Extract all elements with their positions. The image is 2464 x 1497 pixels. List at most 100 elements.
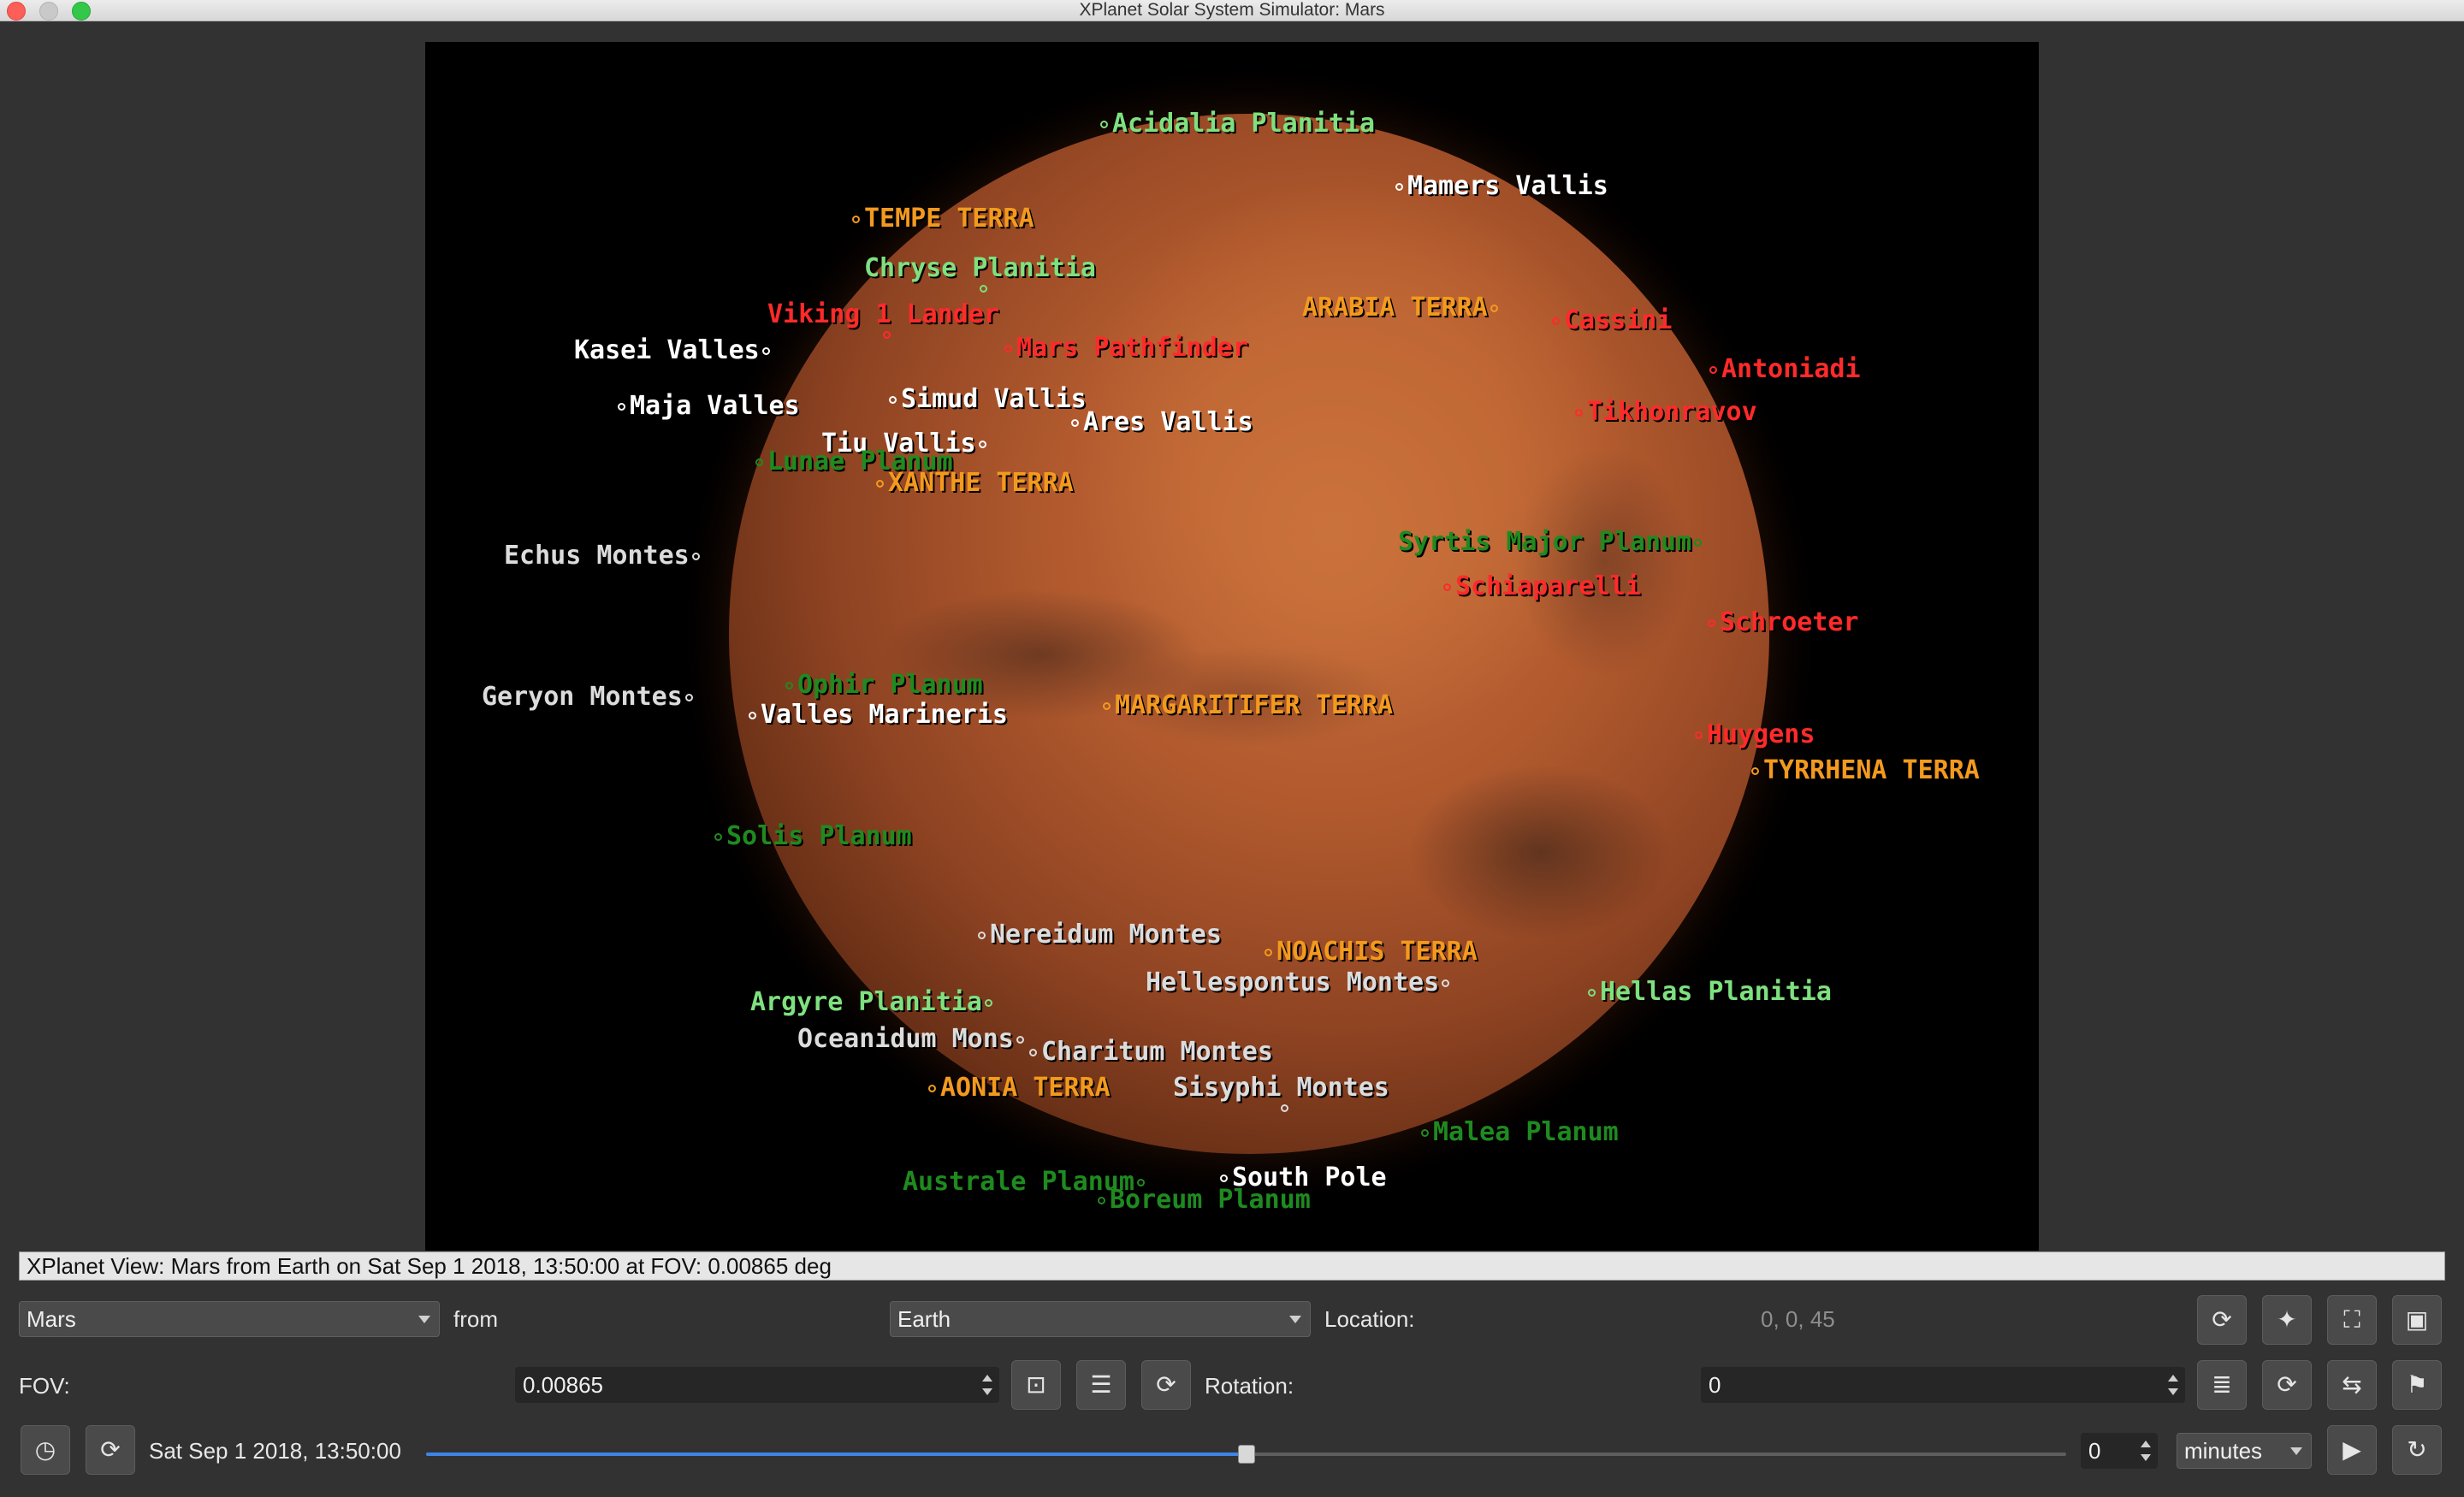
map-label: Viking 1 Lander bbox=[767, 299, 999, 329]
map-label: Oceanidum Mons bbox=[797, 1024, 1014, 1054]
map-label: Schroeter bbox=[1720, 607, 1859, 637]
step-stepper[interactable] bbox=[2136, 1435, 2155, 1466]
location-pick-button[interactable]: ✦ bbox=[2262, 1295, 2312, 1345]
fov-stepper[interactable] bbox=[978, 1370, 997, 1400]
fov-input[interactable]: 0.00865 bbox=[515, 1367, 999, 1403]
location-marker bbox=[1490, 305, 1498, 312]
time-slider[interactable] bbox=[426, 1445, 2066, 1464]
location-marker bbox=[1029, 1049, 1037, 1056]
location-marker bbox=[1695, 731, 1703, 739]
rotation-stack-button[interactable]: ≣ bbox=[2197, 1360, 2247, 1410]
step-input[interactable]: 0 bbox=[2081, 1433, 2158, 1469]
map-label: Boreum Planum bbox=[1110, 1185, 1311, 1215]
save-icon: ▣ bbox=[2405, 1306, 2429, 1333]
location-marker bbox=[1694, 539, 1702, 547]
origin-body-value: Earth bbox=[897, 1306, 951, 1332]
map-label: Maja Valles bbox=[630, 391, 800, 421]
map-label: Geryon Montes bbox=[482, 682, 683, 712]
chevron-down-icon bbox=[418, 1316, 430, 1323]
chevron-down-icon bbox=[1289, 1316, 1301, 1323]
planet-viewport[interactable]: Acidalia Planitia Mamers Vallis TEMPE TERR… bbox=[425, 42, 2039, 1251]
location-marker bbox=[1103, 702, 1111, 710]
title-bar: XPlanet Solar System Simulator: Mars bbox=[0, 0, 2464, 21]
loop-button[interactable]: ↻ bbox=[2392, 1425, 2442, 1475]
rotation-value: 0 bbox=[1709, 1372, 1721, 1398]
location-marker bbox=[876, 480, 884, 488]
step-unit-select[interactable]: minutes bbox=[2177, 1433, 2312, 1469]
map-label: Mars Pathfinder bbox=[1016, 333, 1248, 363]
location-marker bbox=[985, 999, 992, 1007]
location-marker bbox=[980, 285, 987, 293]
from-label: from bbox=[453, 1306, 498, 1332]
clock-button[interactable]: ◷ bbox=[21, 1425, 70, 1475]
location-marker bbox=[1552, 317, 1560, 325]
location-reset-button[interactable]: ⟳ bbox=[2197, 1295, 2247, 1345]
location-marker bbox=[889, 396, 897, 404]
map-label: Simud Vallis bbox=[901, 384, 1087, 414]
location-marker bbox=[1220, 1175, 1228, 1182]
sliders-icon: ⇆ bbox=[2342, 1371, 2362, 1398]
location-marker bbox=[1443, 583, 1451, 591]
location-marker bbox=[979, 441, 986, 448]
map-label: Australe Planum bbox=[903, 1167, 1134, 1197]
datetime-text: Sat Sep 1 2018, 13:50:00 bbox=[149, 1438, 401, 1464]
origin-body-select[interactable]: Earth bbox=[890, 1301, 1311, 1337]
flag-icon: ⚑ bbox=[2406, 1371, 2428, 1398]
location-marker bbox=[883, 331, 891, 339]
refresh-icon: ⟳ bbox=[100, 1436, 121, 1463]
location-marker bbox=[1016, 1036, 1024, 1044]
loop-icon: ↻ bbox=[2407, 1436, 2427, 1463]
target-body-select[interactable]: Mars bbox=[19, 1301, 440, 1337]
map-label: Ophir Planum bbox=[797, 670, 983, 700]
map-label: Kasei Valles bbox=[574, 335, 760, 365]
chevron-down-icon bbox=[2290, 1447, 2302, 1455]
map-label: Hellespontus Montes bbox=[1146, 967, 1440, 997]
map-label: Chryse Planitia bbox=[864, 253, 1096, 283]
location-marker bbox=[762, 347, 770, 355]
map-label: Nereidum Montes bbox=[990, 920, 1222, 950]
location-marker bbox=[692, 553, 700, 560]
fov-list-button[interactable]: ☰ bbox=[1076, 1360, 1126, 1410]
fit-view-button[interactable]: ⛶ bbox=[2327, 1295, 2377, 1345]
location-marker bbox=[1709, 366, 1717, 374]
location-value: 0, 0, 45 bbox=[1761, 1306, 1835, 1332]
rotation-flag-button[interactable]: ⚑ bbox=[2392, 1360, 2442, 1410]
slider-fill bbox=[426, 1453, 1247, 1456]
location-marker bbox=[1098, 1197, 1105, 1204]
fov-value: 0.00865 bbox=[523, 1372, 603, 1398]
rotation-stepper[interactable] bbox=[2164, 1370, 2183, 1400]
map-label: Syrtis Major Planum bbox=[1398, 527, 1692, 557]
fov-fit-button[interactable]: ⊡ bbox=[1011, 1360, 1061, 1410]
map-label: AONIA TERRA bbox=[940, 1073, 1111, 1103]
location-marker bbox=[1588, 989, 1596, 997]
list-icon: ☰ bbox=[1090, 1371, 1112, 1398]
window-title: XPlanet Solar System Simulator: Mars bbox=[1079, 0, 1385, 20]
location-marker bbox=[1281, 1104, 1288, 1112]
time-reset-button[interactable]: ⟳ bbox=[86, 1425, 135, 1475]
fov-reset-button[interactable]: ⟳ bbox=[1141, 1360, 1191, 1410]
stack-icon: ≣ bbox=[2212, 1371, 2232, 1398]
rotation-adjust-button[interactable]: ⇆ bbox=[2327, 1360, 2377, 1410]
rotation-input[interactable]: 0 bbox=[1701, 1367, 2185, 1403]
location-marker bbox=[618, 403, 625, 411]
location-marker bbox=[1751, 767, 1759, 775]
rotation-reset-button[interactable]: ⟳ bbox=[2262, 1360, 2312, 1410]
map-label: Antoniadi bbox=[1721, 354, 1861, 384]
map-label: Sisyphi Montes bbox=[1173, 1073, 1389, 1103]
map-label: TEMPE TERRA bbox=[864, 204, 1034, 234]
location-marker bbox=[749, 712, 756, 719]
refresh-icon: ⟳ bbox=[2277, 1371, 2297, 1398]
refresh-icon: ⟳ bbox=[1156, 1371, 1176, 1398]
save-button[interactable]: ▣ bbox=[2392, 1295, 2442, 1345]
play-button[interactable]: ▶ bbox=[2327, 1425, 2377, 1475]
map-label: Argyre Planitia bbox=[750, 987, 982, 1017]
slider-thumb[interactable] bbox=[1237, 1445, 1255, 1464]
location-marker bbox=[785, 682, 793, 689]
map-label: MARGARITIFER TERRA bbox=[1115, 690, 1394, 720]
target-body-value: Mars bbox=[27, 1306, 76, 1332]
location-marker bbox=[1575, 409, 1583, 417]
map-label: TYRRHENA TERRA bbox=[1763, 755, 1980, 785]
map-label: Tikhonravov bbox=[1587, 397, 1757, 427]
map-label: ARABIA TERRA bbox=[1302, 293, 1488, 322]
location-marker bbox=[714, 833, 722, 841]
